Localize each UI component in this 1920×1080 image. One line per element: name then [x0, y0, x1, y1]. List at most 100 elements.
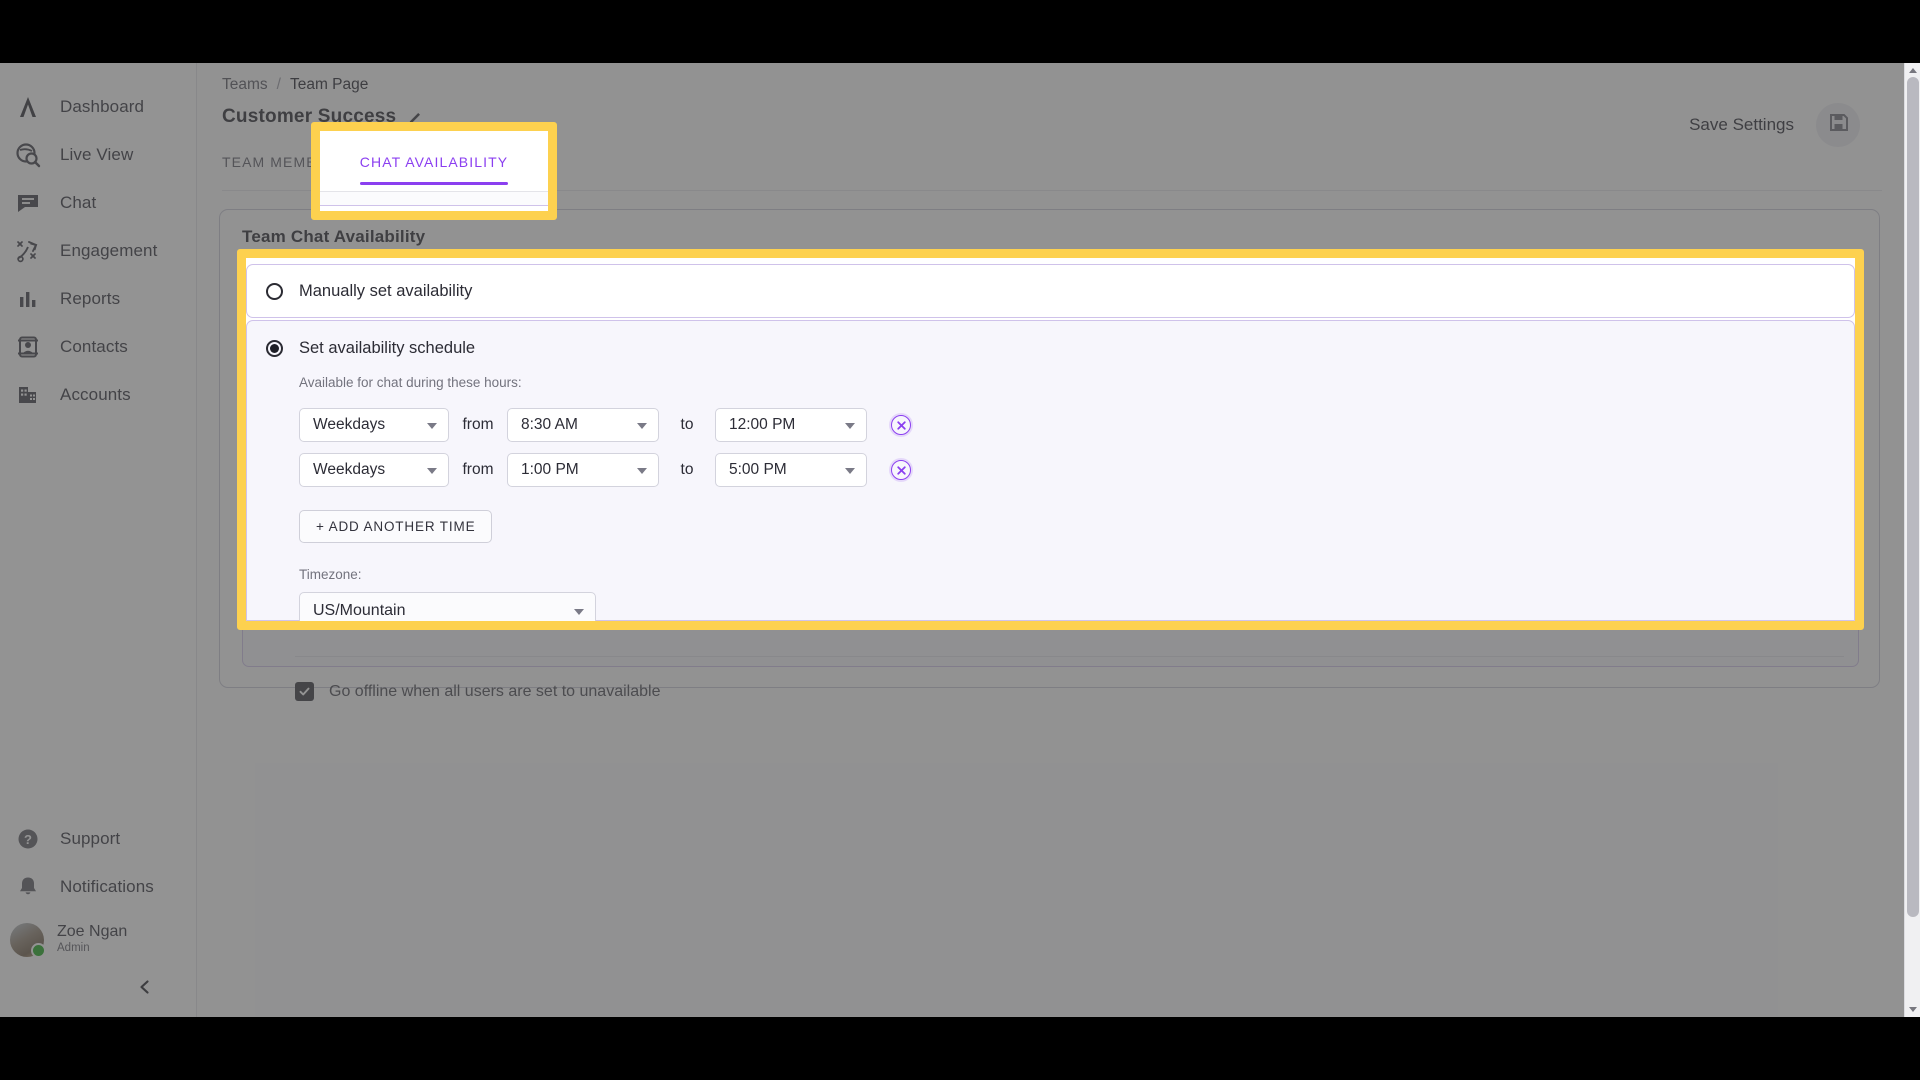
breadcrumb-current: Team Page: [289, 76, 369, 93]
tab-chat-availability-highlighted[interactable]: CHAT AVAILABILITY: [359, 140, 509, 185]
page-title: Customer Success: [222, 106, 397, 127]
scroll-down-arrow-icon[interactable]: [1909, 1007, 1917, 1012]
breadcrumb-separator: /: [276, 76, 281, 93]
chevron-down-icon: [845, 423, 855, 429]
sidebar-item-label: Live View: [60, 145, 134, 164]
sidebar-item-notifications[interactable]: Notifications: [0, 863, 196, 911]
sidebar-user-profile[interactable]: Zoe Ngan Admin: [0, 911, 196, 969]
bar-chart-icon: [13, 284, 43, 314]
days-select-value-copy: Weekdays: [313, 461, 386, 478]
chevron-down-icon: [427, 423, 437, 429]
sidebar-item-reports[interactable]: Reports: [0, 275, 196, 323]
timezone-value-copy: US/Mountain: [313, 602, 406, 619]
to-label-copy: to: [680, 461, 694, 478]
radio-set-availability-schedule-copy[interactable]: [266, 339, 283, 357]
chat-bubble-icon: [13, 188, 43, 218]
sidebar-item-label: Notifications: [60, 877, 154, 896]
bell-icon: [13, 872, 43, 902]
divider: [295, 656, 1844, 657]
building-icon: [13, 380, 43, 410]
help-circle-icon: ?: [13, 824, 43, 854]
logo-lambda-icon: [13, 92, 43, 122]
sidebar-item-label: Contacts: [60, 337, 128, 356]
svg-text:?: ?: [24, 832, 32, 847]
chevron-down-icon: [574, 609, 584, 615]
days-select-value-copy: Weekdays: [313, 416, 386, 433]
sidebar-item-accounts[interactable]: Accounts: [0, 371, 196, 419]
manual-option-highlighted-bg: Manually set availability: [246, 258, 1855, 320]
from-label-copy: from: [462, 461, 494, 478]
pencil-icon[interactable]: [408, 110, 423, 125]
team-title-row: Customer Success: [222, 106, 423, 128]
breadcrumb-parent[interactable]: Teams: [222, 76, 268, 94]
from-label-copy: from: [462, 416, 494, 433]
letterbox-bottom: [0, 1017, 1920, 1080]
option-set-availability-schedule-copy[interactable]: Set availability schedule Available for …: [246, 320, 1855, 621]
highlight-region-tab: CHAT AVAILABILITY: [320, 131, 548, 211]
sidebar-item-label: Accounts: [60, 385, 131, 404]
sidebar-item-label: Dashboard: [60, 97, 145, 116]
breadcrumb: Teams / Team Page: [222, 76, 368, 94]
schedule-row-copy: Weekdays from 8:30 AM to 12:00 PM: [299, 408, 1854, 442]
go-offline-checkbox[interactable]: [295, 682, 314, 701]
chevron-down-icon: [637, 423, 647, 429]
tab-punch-filler-2: [320, 206, 548, 211]
user-role: Admin: [57, 942, 90, 955]
floppy-disk-save-icon: [1828, 112, 1849, 138]
tab-active-underline: [359, 182, 509, 185]
schedule-row-copy: Weekdays from 1:00 PM to 5:00 PM: [299, 453, 1854, 487]
chevron-down-icon: [427, 468, 437, 474]
sidebar-item-label: Support: [60, 829, 121, 848]
start-time-select-copy[interactable]: 1:00 PM: [507, 453, 659, 487]
option-manually-set-availability-copy[interactable]: Manually set availability: [246, 264, 1855, 318]
timezone-label-copy: Timezone:: [299, 567, 362, 582]
start-time-value-copy: 1:00 PM: [521, 461, 579, 478]
chevron-down-icon: [637, 468, 647, 474]
days-select-copy[interactable]: Weekdays: [299, 408, 449, 442]
highlight-region-availability-options: Manually set availability Set availabili…: [246, 258, 1855, 621]
app-viewport: Dashboard Live View Chat Engagement Repo…: [0, 63, 1920, 1017]
schedule-option-highlighted-bg: Set availability schedule Available for …: [246, 320, 1855, 621]
sidebar-nav-secondary: ? Support Notifications Zoe Ngan Admin: [0, 815, 196, 1017]
vertical-scrollbar[interactable]: [1904, 63, 1920, 1017]
sidebar-item-support[interactable]: ? Support: [0, 815, 196, 863]
sidebar-item-label: Reports: [60, 289, 121, 308]
contact-card-icon: [13, 332, 43, 362]
save-settings-label[interactable]: Save Settings: [1689, 115, 1794, 135]
sidebar-collapse-button[interactable]: [0, 969, 154, 1009]
status-badge: [31, 943, 46, 958]
option-label-copy: Set availability schedule: [299, 338, 476, 357]
remove-circle-x-icon[interactable]: [891, 460, 911, 480]
sidebar-item-label: Engagement: [60, 241, 158, 260]
scroll-up-arrow-icon[interactable]: [1909, 68, 1917, 73]
sidebar-nav-primary: Dashboard Live View Chat Engagement Repo…: [0, 63, 196, 419]
sidebar-item-label: Chat: [60, 193, 97, 212]
sidebar-item-chat[interactable]: Chat: [0, 179, 196, 227]
end-time-select-copy[interactable]: 5:00 PM: [715, 453, 867, 487]
chevron-left-icon: [136, 978, 154, 1001]
sidebar-item-live-view[interactable]: Live View: [0, 131, 196, 179]
remove-circle-x-icon[interactable]: [891, 415, 911, 435]
tab-punch-filler: [320, 192, 548, 205]
tab-label: CHAT AVAILABILITY: [359, 154, 509, 170]
radio-manually-set-availability-copy[interactable]: [266, 282, 283, 300]
schedule-hint-copy: Available for chat during these hours:: [299, 375, 522, 390]
go-offline-row: Go offline when all users are set to una…: [295, 682, 1858, 701]
chevron-down-icon: [845, 468, 855, 474]
end-time-select-copy[interactable]: 12:00 PM: [715, 408, 867, 442]
timezone-select-copy[interactable]: US/Mountain: [299, 592, 596, 621]
start-time-select-copy[interactable]: 8:30 AM: [507, 408, 659, 442]
add-another-time-button-copy[interactable]: + ADD ANOTHER TIME: [299, 510, 493, 543]
engagement-strategy-icon: [13, 236, 43, 266]
scrollbar-thumb[interactable]: [1907, 77, 1919, 917]
sidebar-item-contacts[interactable]: Contacts: [0, 323, 196, 371]
sidebar-item-dashboard[interactable]: Dashboard: [0, 83, 196, 131]
days-select-copy[interactable]: Weekdays: [299, 453, 449, 487]
option-label-copy: Manually set availability: [299, 281, 473, 300]
go-offline-label: Go offline when all users are set to una…: [329, 682, 661, 700]
end-time-value-copy: 5:00 PM: [729, 461, 787, 478]
avatar: [10, 923, 46, 958]
panel-title: Team Chat Availability: [242, 227, 426, 246]
to-label-copy: to: [680, 416, 694, 433]
sidebar-item-engagement[interactable]: Engagement: [0, 227, 196, 275]
